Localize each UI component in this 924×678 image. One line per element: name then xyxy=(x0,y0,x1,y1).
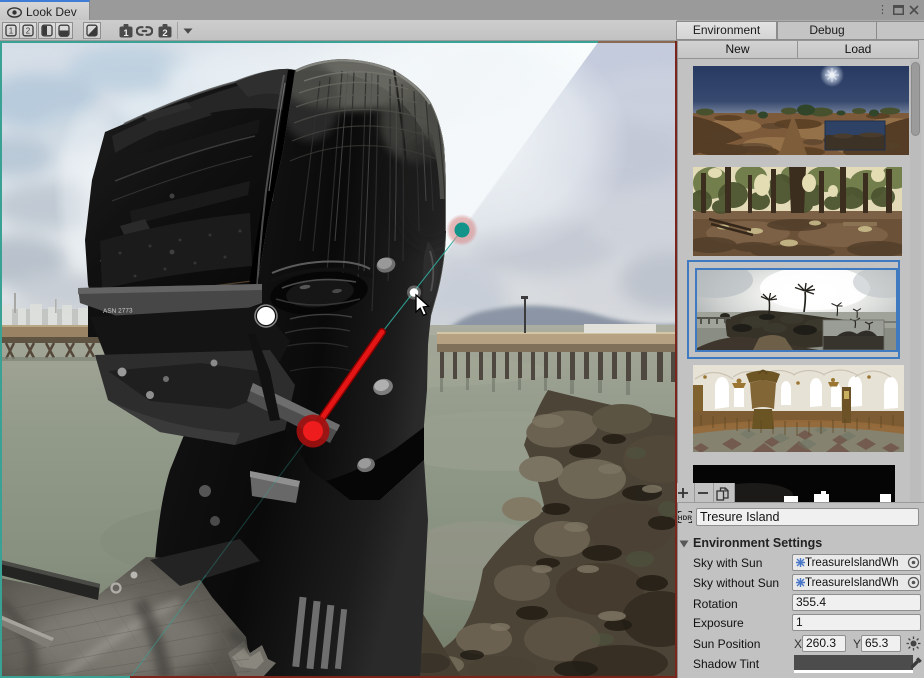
svg-text:ASN 2773: ASN 2773 xyxy=(103,307,133,315)
svg-text:2: 2 xyxy=(26,27,31,36)
svg-text:HDR: HDR xyxy=(678,515,693,522)
svg-text:1: 1 xyxy=(9,27,14,36)
svg-text:1: 1 xyxy=(123,28,129,38)
svg-text:2: 2 xyxy=(162,28,167,38)
